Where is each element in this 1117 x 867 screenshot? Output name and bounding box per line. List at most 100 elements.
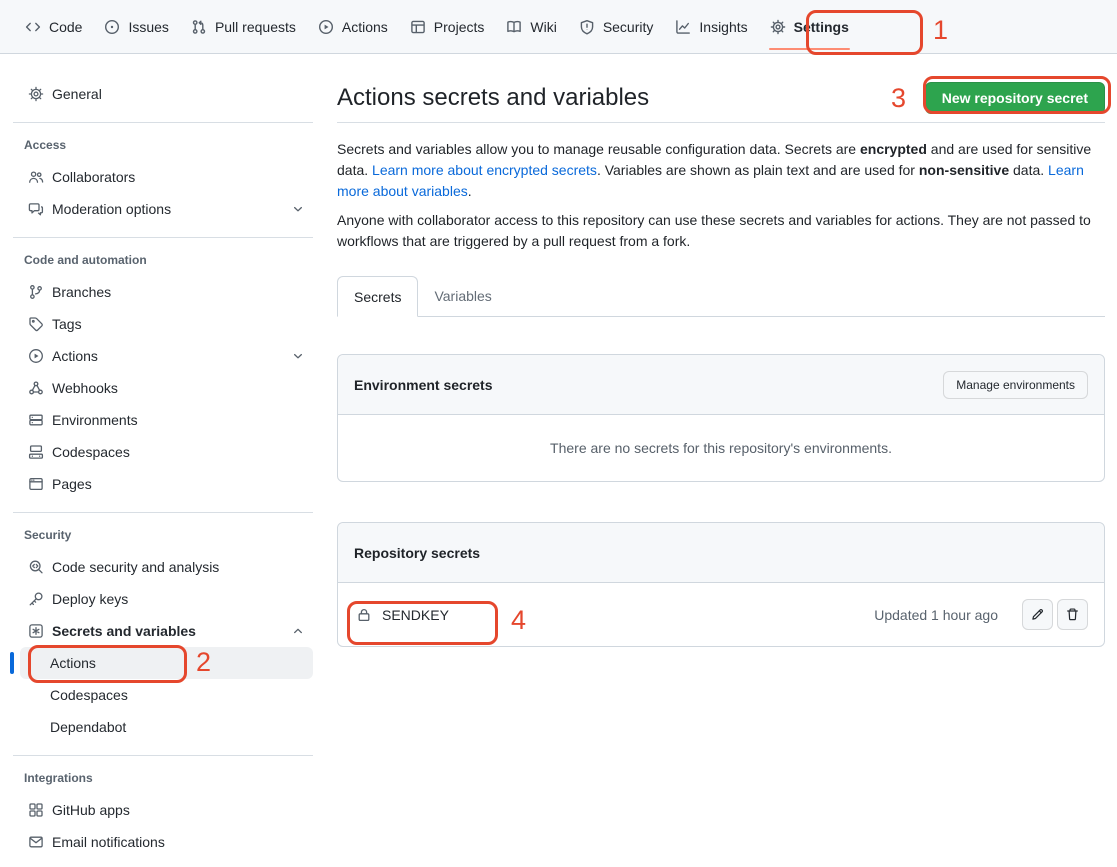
lock-icon <box>356 607 372 623</box>
new-repository-secret-button[interactable]: New repository secret <box>925 82 1105 114</box>
sidebar-item-codespaces[interactable]: Codespaces <box>20 436 313 468</box>
sidebar-item-github-apps[interactable]: GitHub apps <box>20 794 313 826</box>
nav-tab-settings[interactable]: Settings <box>759 0 860 53</box>
chevron-down-icon <box>291 349 305 363</box>
sidebar-item-secrets-and-variables[interactable]: Secrets and variables <box>20 615 313 647</box>
repo-tab-nav: Code Issues Pull requests Actions Projec… <box>0 0 1117 54</box>
webhook-icon <box>28 380 44 396</box>
secret-row-actions: Updated 1 hour ago <box>874 599 1088 630</box>
nav-tab-label: Actions <box>342 19 388 35</box>
key-icon <box>28 591 44 607</box>
page-title: Actions secrets and variables <box>337 82 649 114</box>
sidebar-item-email-notifications[interactable]: Email notifications <box>20 826 313 858</box>
nav-tab-pull-requests[interactable]: Pull requests <box>180 0 307 53</box>
book-icon <box>506 19 522 35</box>
chevron-up-icon <box>291 624 305 638</box>
description-text: data. <box>1009 162 1048 178</box>
nav-tab-projects[interactable]: Projects <box>399 0 496 53</box>
sidebar-subitem-dependabot[interactable]: Dependabot <box>20 711 313 743</box>
description-text: . Variables are shown as plain text and … <box>597 162 919 178</box>
sidebar-item-label: Collaborators <box>52 169 135 185</box>
sidebar-item-label: Deploy keys <box>52 591 128 607</box>
sidebar-item-collaborators[interactable]: Collaborators <box>20 161 313 193</box>
tab-variables[interactable]: Variables <box>418 276 507 316</box>
description-text: Secrets and variables allow you to manag… <box>337 141 860 157</box>
description-paragraph-1: Secrets and variables allow you to manag… <box>337 139 1105 202</box>
sidebar-item-label: Code security and analysis <box>52 559 219 575</box>
sidebar-subitem-actions[interactable]: Actions <box>20 647 313 679</box>
nav-tab-issues[interactable]: Issues <box>93 0 179 53</box>
play-icon <box>28 348 44 364</box>
nav-tab-label: Projects <box>434 19 485 35</box>
nav-tab-label: Code <box>49 19 82 35</box>
mail-icon <box>28 834 44 850</box>
main-content: Actions secrets and variables New reposi… <box>337 54 1117 858</box>
sidebar-item-label: Moderation options <box>52 201 171 217</box>
nav-tab-wiki[interactable]: Wiki <box>495 0 567 53</box>
description-text: . <box>468 183 472 199</box>
description-bold-non-sensitive: non-sensitive <box>919 162 1009 178</box>
sidebar-item-label: Email notifications <box>52 834 165 850</box>
secret-name-label: SENDKEY <box>382 607 449 623</box>
sidebar-item-deploy-keys[interactable]: Deploy keys <box>20 583 313 615</box>
git-branch-icon <box>28 284 44 300</box>
table-icon <box>410 19 426 35</box>
sidebar-item-pages[interactable]: Pages <box>20 468 313 500</box>
graph-icon <box>675 19 691 35</box>
sidebar-item-general[interactable]: General <box>20 78 313 110</box>
sidebar-item-actions[interactable]: Actions <box>20 340 313 372</box>
nav-tab-label: Settings <box>794 19 849 35</box>
issue-opened-icon <box>104 19 120 35</box>
edit-secret-button[interactable] <box>1022 599 1053 630</box>
sidebar-item-label: Codespaces <box>52 444 130 460</box>
sidebar-item-branches[interactable]: Branches <box>20 276 313 308</box>
chevron-down-icon <box>291 202 305 216</box>
encrypted-secrets-link[interactable]: Learn more about encrypted secrets <box>372 162 597 178</box>
settings-sidebar-nav: General Access Collaborators Moderation … <box>13 78 313 858</box>
sidebar-item-label: Tags <box>52 316 82 332</box>
nav-tab-actions[interactable]: Actions <box>307 0 399 53</box>
secret-updated-text: Updated 1 hour ago <box>874 607 998 623</box>
trash-icon <box>1065 607 1080 622</box>
sidebar-section-title-security: Security <box>13 513 313 551</box>
page-header: Actions secrets and variables New reposi… <box>337 82 1105 123</box>
people-icon <box>28 169 44 185</box>
apps-icon <box>28 802 44 818</box>
secret-row: SENDKEY Updated 1 hour ago <box>338 583 1104 646</box>
sidebar-item-moderation-options[interactable]: Moderation options <box>20 193 313 225</box>
environment-secrets-header: Environment secrets Manage environments <box>338 355 1104 415</box>
tag-icon <box>28 316 44 332</box>
sidebar-item-tags[interactable]: Tags <box>20 308 313 340</box>
nav-tab-insights[interactable]: Insights <box>664 0 758 53</box>
sidebar-item-environments[interactable]: Environments <box>20 404 313 436</box>
gear-icon <box>28 86 44 102</box>
secrets-variables-tabnav: Secrets Variables <box>337 276 1105 317</box>
environment-secrets-empty-text: There are no secrets for this repository… <box>338 415 1104 481</box>
code-icon <box>25 19 41 35</box>
manage-environments-button[interactable]: Manage environments <box>943 371 1088 399</box>
nav-tab-label: Pull requests <box>215 19 296 35</box>
sidebar-subitem-codespaces[interactable]: Codespaces <box>20 679 313 711</box>
settings-sidebar: General Access Collaborators Moderation … <box>0 54 337 858</box>
server-icon <box>28 412 44 428</box>
github-settings-page: Code Issues Pull requests Actions Projec… <box>0 0 1117 867</box>
tab-secrets[interactable]: Secrets <box>337 276 418 317</box>
repository-secrets-title: Repository secrets <box>354 545 480 561</box>
sidebar-section-title-integrations: Integrations <box>13 756 313 794</box>
sidebar-item-label: Actions <box>52 348 98 364</box>
sidebar-item-label: Codespaces <box>50 687 128 703</box>
sidebar-section-title-code-automation: Code and automation <box>13 238 313 276</box>
nav-tab-label: Issues <box>128 19 168 35</box>
codespaces-icon <box>28 444 44 460</box>
sidebar-item-code-security-and-analysis[interactable]: Code security and analysis <box>20 551 313 583</box>
sidebar-item-label: General <box>52 86 102 102</box>
pull-request-icon <box>191 19 207 35</box>
nav-tab-label: Insights <box>699 19 747 35</box>
delete-secret-button[interactable] <box>1057 599 1088 630</box>
play-icon <box>318 19 334 35</box>
sidebar-item-label: GitHub apps <box>52 802 130 818</box>
nav-tab-code[interactable]: Code <box>14 0 93 53</box>
nav-tab-security[interactable]: Security <box>568 0 665 53</box>
sidebar-item-webhooks[interactable]: Webhooks <box>20 372 313 404</box>
sidebar-item-label: Environments <box>52 412 138 428</box>
